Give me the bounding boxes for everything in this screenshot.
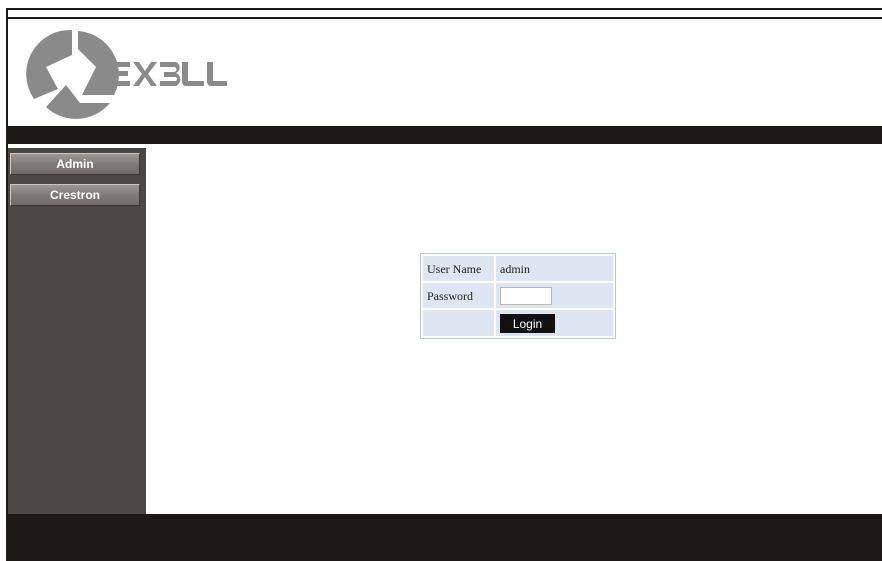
sidebar: Admin Crestron: [8, 148, 146, 514]
user-name-label-cell: User Name: [423, 256, 494, 281]
password-input[interactable]: [500, 287, 552, 305]
login-button[interactable]: Login: [500, 314, 555, 333]
user-name-value: admin: [500, 262, 530, 276]
password-row: Password: [423, 283, 613, 308]
login-button-row: Login: [423, 310, 613, 336]
login-form: User Name admin Password Login: [420, 253, 616, 339]
top-nav-bar: [8, 126, 882, 144]
password-label-cell: Password: [423, 283, 494, 308]
user-name-label: User Name: [427, 262, 482, 276]
password-label: Password: [427, 289, 474, 303]
user-name-value-cell: admin: [496, 256, 613, 281]
page-frame-top: [6, 8, 882, 10]
exell-logo-icon: [26, 29, 119, 119]
user-name-row: User Name admin: [423, 256, 613, 281]
password-value-cell: [496, 283, 613, 308]
sidebar-item-admin[interactable]: Admin: [10, 153, 140, 175]
footer: [8, 514, 882, 561]
empty-cell: [423, 310, 494, 336]
header: [8, 17, 882, 128]
exell-wordmark: [110, 62, 227, 86]
sidebar-item-crestron[interactable]: Crestron: [10, 184, 140, 206]
login-button-cell: Login: [496, 310, 613, 336]
